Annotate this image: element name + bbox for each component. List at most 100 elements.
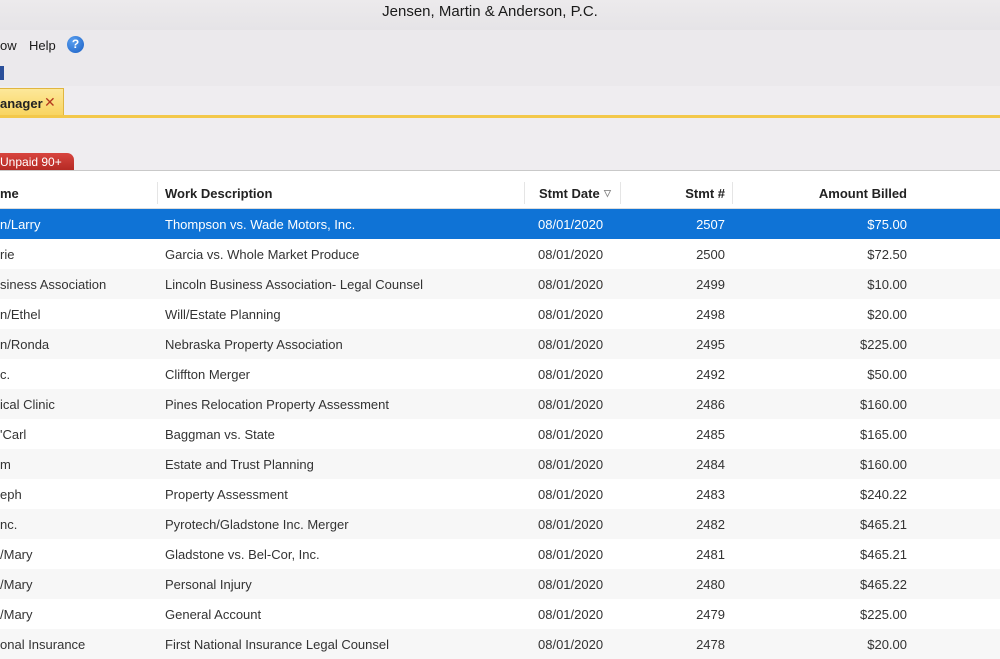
window-title: Jensen, Martin & Anderson, P.C. <box>382 3 598 20</box>
table-row[interactable]: /Mary Personal Injury 08/01/2020 2480 $465.2… <box>0 569 1000 599</box>
cell-amount-billed: $50.00 <box>867 367 907 382</box>
menu-help[interactable]: Help <box>29 38 56 53</box>
menu-window[interactable]: ow <box>0 38 17 53</box>
cell-client-name: /Mary <box>0 547 33 562</box>
cell-work-description: Estate and Trust Planning <box>165 457 314 472</box>
cell-stmt-date: 08/01/2020 <box>538 457 604 472</box>
cell-client-name: eph <box>0 487 22 502</box>
column-divider[interactable] <box>620 182 621 204</box>
table-row[interactable]: /Mary Gladstone vs. Bel-Cor, Inc. 08/01/20… <box>0 539 1000 569</box>
cell-amount-billed: $20.00 <box>867 307 907 322</box>
cell-amount-billed: $75.00 <box>867 217 907 232</box>
table-row[interactable]: ical Clinic Pines Relocation Property Ass… <box>0 389 1000 419</box>
column-divider[interactable] <box>157 182 158 204</box>
cell-work-description: Pyrotech/Gladstone Inc. Merger <box>165 517 349 532</box>
cell-work-description: Will/Estate Planning <box>165 307 281 322</box>
cell-stmt-number: 2507 <box>696 217 725 232</box>
column-divider[interactable] <box>524 182 525 204</box>
grid-header: me Work Description Stmt Date ▽ Stmt # A… <box>0 178 1000 209</box>
cell-client-name: n/Ethel <box>0 307 41 322</box>
toolbar-icon[interactable] <box>0 66 4 80</box>
tab-manager[interactable]: anager ✕ <box>0 88 64 117</box>
cell-work-description: Thompson vs. Wade Motors, Inc. <box>165 217 356 232</box>
cell-client-name: n/Larry <box>0 217 41 232</box>
cell-stmt-date: 08/01/2020 <box>538 277 604 292</box>
cell-client-name: m <box>0 457 11 472</box>
cell-amount-billed: $10.00 <box>867 277 907 292</box>
subtab-divider <box>0 170 1000 171</box>
cell-stmt-number: 2500 <box>696 247 725 262</box>
column-header-stmt-date[interactable]: Stmt Date <box>539 186 600 201</box>
cell-stmt-date: 08/01/2020 <box>538 247 604 262</box>
cell-client-name: n/Ronda <box>0 337 50 352</box>
cell-stmt-number: 2486 <box>696 397 725 412</box>
table-row[interactable]: 'Carl Baggman vs. State 08/01/2020 2485 $165… <box>0 419 1000 449</box>
cell-stmt-number: 2485 <box>696 427 725 442</box>
cell-work-description: General Account <box>165 607 262 622</box>
title-bar: Jensen, Martin & Anderson, P.C. <box>0 0 1000 30</box>
column-header-stmt-number[interactable]: Stmt # <box>685 186 725 201</box>
content-header-area <box>0 118 1000 170</box>
table-row[interactable]: c. Cliffton Merger 08/01/2020 2492 $50.00 <box>0 359 1000 389</box>
column-divider[interactable] <box>732 182 733 204</box>
cell-client-name: nc. <box>0 517 18 532</box>
cell-stmt-number: 2478 <box>696 637 725 652</box>
cell-work-description: Baggman vs. State <box>165 427 275 442</box>
cell-work-description: Nebraska Property Association <box>165 337 343 352</box>
table-row[interactable]: rie Garcia vs. Whole Market Produce 08/01/… <box>0 239 1000 269</box>
cell-stmt-date: 08/01/2020 <box>538 307 604 322</box>
table-row[interactable]: eph Property Assessment 08/01/2020 2483 $240… <box>0 479 1000 509</box>
table-row[interactable]: siness Association Lincoln Business Assoc… <box>0 269 1000 299</box>
cell-stmt-number: 2480 <box>696 577 725 592</box>
cell-work-description: First National Insurance Legal Counsel <box>165 637 390 652</box>
menu-bar: ow Help <box>0 30 1000 60</box>
cell-stmt-date: 08/01/2020 <box>538 547 604 562</box>
cell-stmt-date: 08/01/2020 <box>538 217 604 232</box>
cell-stmt-date: 08/01/2020 <box>538 337 604 352</box>
cell-client-name: rie <box>0 247 15 262</box>
table-row[interactable]: m Estate and Trust Planning 08/01/2020 2484… <box>0 449 1000 479</box>
cell-work-description: Lincoln Business Association- Legal Coun… <box>165 277 423 292</box>
cell-work-description: Personal Injury <box>165 577 252 592</box>
cell-stmt-date: 08/01/2020 <box>538 367 604 382</box>
cell-stmt-date: 08/01/2020 <box>538 637 604 652</box>
close-icon[interactable]: ✕ <box>44 94 56 111</box>
grid-body: n/Larry Thompson vs. Wade Motors, Inc. 08/… <box>0 209 1000 659</box>
document-tab-strip <box>0 86 1000 118</box>
cell-client-name: ical Clinic <box>0 397 55 412</box>
cell-stmt-date: 08/01/2020 <box>538 397 604 412</box>
cell-amount-billed: $160.00 <box>860 397 907 412</box>
cell-client-name: /Mary <box>0 577 33 592</box>
table-row[interactable]: /Mary General Account 08/01/2020 2479 $225.0… <box>0 599 1000 629</box>
cell-work-description: Garcia vs. Whole Market Produce <box>165 247 360 262</box>
column-header-name[interactable]: me <box>0 186 19 201</box>
cell-stmt-number: 2498 <box>696 307 725 322</box>
table-row[interactable]: onal Insurance First National Insurance L… <box>0 629 1000 659</box>
column-header-work-description[interactable]: Work Description <box>165 186 272 201</box>
table-row[interactable]: nc. Pyrotech/Gladstone Inc. Merger 08/01/2… <box>0 509 1000 539</box>
tab-unpaid-90[interactable]: Unpaid 90+ <box>0 153 74 170</box>
cell-client-name: /Mary <box>0 607 33 622</box>
cell-stmt-number: 2483 <box>696 487 725 502</box>
cell-client-name: c. <box>0 367 11 382</box>
cell-amount-billed: $160.00 <box>860 457 907 472</box>
table-row[interactable]: n/Ethel Will/Estate Planning 08/01/2020 249… <box>0 299 1000 329</box>
tab-unpaid-90-label: Unpaid 90+ <box>0 155 62 169</box>
table-row[interactable]: n/Larry Thompson vs. Wade Motors, Inc. 08/… <box>0 209 1000 239</box>
help-icon[interactable]: ? <box>67 36 84 53</box>
cell-stmt-date: 08/01/2020 <box>538 427 604 442</box>
cell-client-name: onal Insurance <box>0 637 86 652</box>
cell-stmt-date: 08/01/2020 <box>538 487 604 502</box>
column-header-amount-billed[interactable]: Amount Billed <box>819 186 907 201</box>
cell-work-description: Pines Relocation Property Assessment <box>165 397 389 412</box>
sort-icon[interactable]: ▽ <box>604 188 611 199</box>
statements-grid: me Work Description Stmt Date ▽ Stmt # A… <box>0 178 1000 659</box>
cell-amount-billed: $465.22 <box>860 577 907 592</box>
cell-amount-billed: $465.21 <box>860 517 907 532</box>
cell-amount-billed: $20.00 <box>867 637 907 652</box>
table-row[interactable]: n/Ronda Nebraska Property Association 08/0… <box>0 329 1000 359</box>
cell-amount-billed: $465.21 <box>860 547 907 562</box>
tab-manager-label: anager <box>0 96 43 111</box>
cell-amount-billed: $225.00 <box>860 337 907 352</box>
cell-amount-billed: $165.00 <box>860 427 907 442</box>
